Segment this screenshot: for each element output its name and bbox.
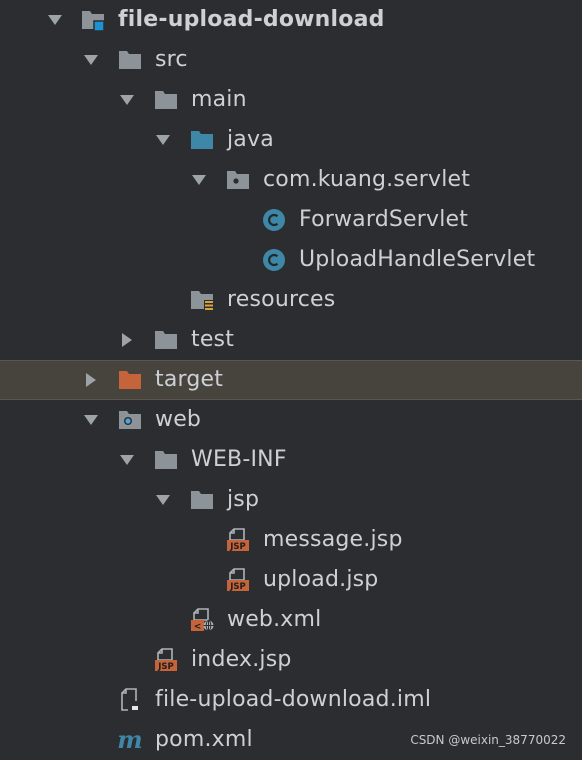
tree-row-web-xml[interactable]: < web.xml: [0, 600, 582, 640]
svg-text:m: m: [118, 728, 142, 752]
expand-arrow-icon[interactable]: [47, 12, 63, 28]
collapse-arrow-icon[interactable]: [119, 332, 135, 348]
tree-label: UploadHandleServlet: [299, 247, 536, 272]
svg-text:<: <: [194, 622, 202, 632]
expand-arrow-icon[interactable]: [155, 132, 171, 148]
class-icon: [262, 208, 286, 232]
folder-icon: [154, 448, 178, 472]
tree-label: web: [155, 407, 202, 432]
package-icon: [226, 168, 250, 192]
tree-label: test: [191, 327, 235, 352]
expand-arrow-icon[interactable]: [83, 52, 99, 68]
folder-icon: [190, 488, 214, 512]
tree-label: java: [227, 127, 274, 152]
tree-label: resources: [227, 287, 336, 312]
tree-row-java[interactable]: java: [0, 120, 582, 160]
tree-label: com.kuang.servlet: [263, 167, 471, 192]
svg-text:JSP: JSP: [157, 662, 174, 672]
tree-label: pom.xml: [155, 727, 253, 752]
jsp-file-icon: JSP: [226, 568, 250, 592]
tree-row-jsp-folder[interactable]: jsp: [0, 480, 582, 520]
tree-row-index-jsp[interactable]: JSP index.jsp: [0, 640, 582, 680]
tree-label: jsp: [227, 487, 260, 512]
web-xml-file-icon: <: [190, 608, 214, 632]
tree-label: file-upload-download: [118, 7, 385, 32]
svg-text:JSP: JSP: [229, 542, 246, 552]
excluded-folder-icon: [118, 368, 142, 392]
svg-text:JSP: JSP: [229, 582, 246, 592]
expand-arrow-icon[interactable]: [119, 452, 135, 468]
tree-label: ForwardServlet: [299, 207, 469, 232]
collapse-arrow-icon[interactable]: [83, 372, 99, 388]
tree-row-src[interactable]: src: [0, 40, 582, 80]
tree-label: index.jsp: [191, 647, 292, 672]
tree-row-main[interactable]: main: [0, 80, 582, 120]
tree-row-web-inf[interactable]: WEB-INF: [0, 440, 582, 480]
tree-label: upload.jsp: [263, 567, 379, 592]
jsp-file-icon: JSP: [226, 528, 250, 552]
tree-label: file-upload-download.iml: [155, 687, 432, 712]
expand-arrow-icon[interactable]: [155, 492, 171, 508]
tree-row-upload-handle-servlet[interactable]: UploadHandleServlet: [0, 240, 582, 280]
expand-arrow-icon[interactable]: [191, 172, 207, 188]
tree-row-forward-servlet[interactable]: ForwardServlet: [0, 200, 582, 240]
tree-row-test[interactable]: test: [0, 320, 582, 360]
tree-label: message.jsp: [263, 527, 403, 552]
class-icon: [262, 248, 286, 272]
tree-row-message-jsp[interactable]: JSP message.jsp: [0, 520, 582, 560]
tree-label: src: [155, 47, 188, 72]
folder-icon: [118, 48, 142, 72]
folder-icon: [154, 88, 178, 112]
tree-label: main: [191, 87, 247, 112]
tree-row-resources[interactable]: resources: [0, 280, 582, 320]
maven-icon: m: [118, 728, 142, 752]
tree-row-web[interactable]: web: [0, 400, 582, 440]
tree-label: WEB-INF: [191, 447, 287, 472]
tree-label: web.xml: [227, 607, 322, 632]
tree-row-root[interactable]: file-upload-download: [0, 0, 582, 40]
source-folder-icon: [190, 128, 214, 152]
resources-folder-icon: [190, 288, 214, 312]
tree-row-upload-jsp[interactable]: JSP upload.jsp: [0, 560, 582, 600]
module-folder-icon: [81, 8, 105, 32]
jsp-file-icon: JSP: [154, 648, 178, 672]
tree-label: target: [155, 367, 224, 392]
tree-row-package[interactable]: com.kuang.servlet: [0, 160, 582, 200]
folder-icon: [154, 328, 178, 352]
web-folder-icon: [118, 408, 142, 432]
project-tree: file-upload-download src main java com.k…: [0, 0, 582, 760]
watermark: CSDN @weixin_38770022: [410, 733, 566, 747]
module-file-icon: [118, 688, 142, 712]
expand-arrow-icon[interactable]: [83, 412, 99, 428]
tree-row-target[interactable]: target: [0, 360, 582, 400]
tree-row-iml[interactable]: file-upload-download.iml: [0, 680, 582, 720]
expand-arrow-icon[interactable]: [119, 92, 135, 108]
